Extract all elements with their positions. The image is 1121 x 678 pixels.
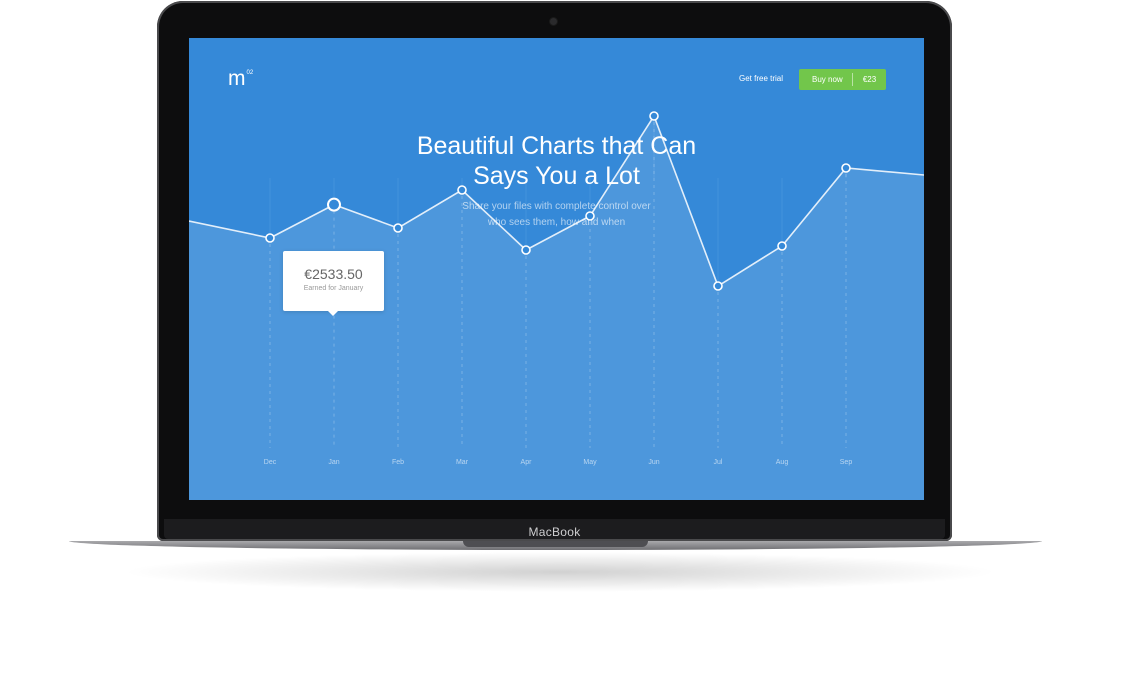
x-tick-label: May	[583, 459, 597, 466]
laptop-notch	[463, 541, 648, 547]
data-point	[649, 111, 659, 121]
x-tick-label: Sep	[840, 459, 853, 466]
tooltip-label: Earned for January	[303, 285, 364, 292]
hero-subtitle-line2: who sees them, how and when	[487, 217, 626, 228]
logo-text: m	[228, 67, 246, 90]
camera-icon	[550, 18, 557, 25]
tooltip-value: €2533.50	[304, 266, 363, 282]
x-tick-label: Dec	[264, 459, 277, 466]
data-point	[265, 233, 275, 243]
logo[interactable]: m02	[228, 67, 253, 91]
free-trial-link[interactable]: Get free trial	[739, 74, 783, 83]
screen: Dec Jan Feb Mar Apr May Jun Jul Aug Sep m02 Get f…	[189, 38, 924, 500]
x-tick-label: Jan	[328, 459, 339, 466]
data-point	[521, 245, 531, 255]
buy-now-label: Buy now	[812, 75, 843, 84]
hero-title-line2: Says You a Lot	[473, 162, 640, 190]
x-tick-label: Apr	[521, 459, 533, 466]
laptop-shadow	[120, 552, 1000, 592]
x-tick-label: Mar	[456, 459, 469, 466]
buy-now-button[interactable]: Buy now €23	[799, 69, 886, 90]
hero-title: Beautiful Charts that Can Says You a Lot	[189, 131, 924, 191]
x-tick-label: Aug	[776, 459, 789, 466]
hero-subtitle: Share your files with complete control o…	[189, 199, 924, 231]
data-point	[713, 281, 723, 291]
x-tick-label: Jun	[648, 459, 659, 466]
device-brand: MacBook	[528, 525, 581, 539]
chart-tooltip: €2533.50 Earned for January	[283, 251, 384, 316]
hero-subtitle-line1: Share your files with complete control o…	[462, 201, 651, 212]
hero-title-line1: Beautiful Charts that Can	[416, 132, 697, 160]
x-tick-label: Jul	[714, 459, 723, 466]
x-tick-label: Feb	[392, 459, 404, 466]
logo-superscript: 02	[246, 70, 254, 76]
data-point	[777, 241, 787, 251]
buy-price: €23	[862, 75, 877, 84]
